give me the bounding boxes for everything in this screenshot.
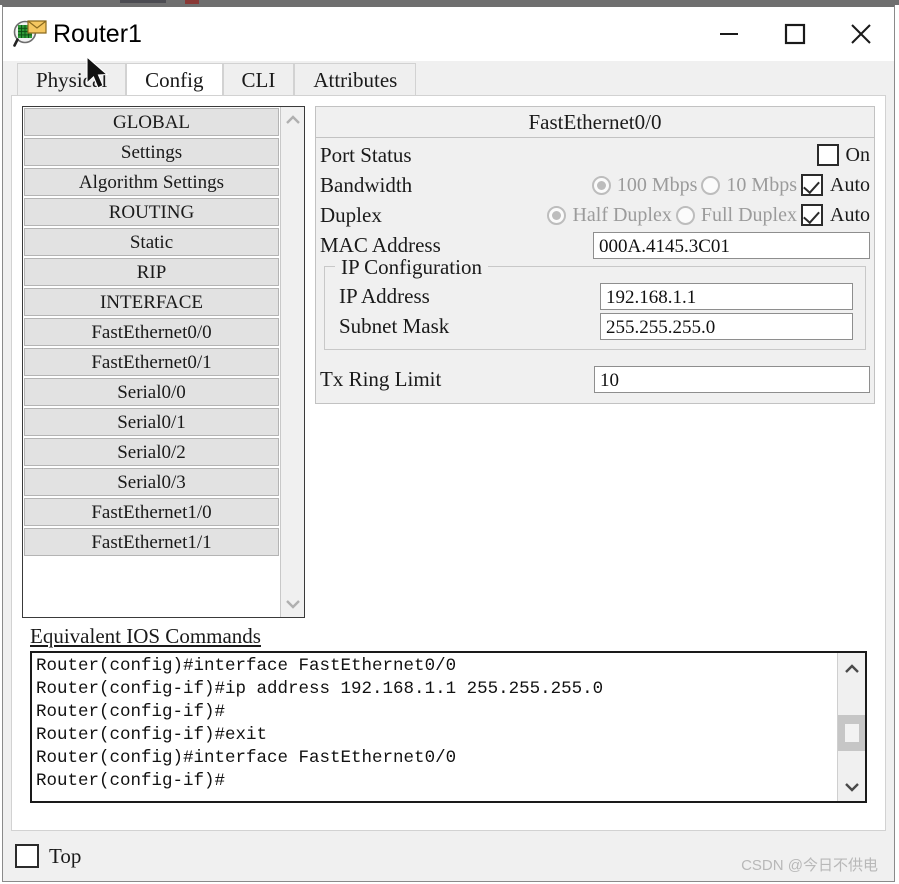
ip-address-label: IP Address <box>339 283 430 308</box>
bandwidth-10mbps-label: 10 Mbps <box>726 173 797 196</box>
sidebar-item-fastethernet0-0[interactable]: FastEthernet0/0 <box>24 318 279 346</box>
duplex-row: Duplex Half Duplex Full Duplex Auto <box>316 200 874 230</box>
ip-address-row: IP Address 192.168.1.1 <box>325 281 865 311</box>
config-content-panel: GLOBAL Settings Algorithm Settings ROUTI… <box>11 95 886 831</box>
ios-line: Router(config-if)# <box>36 771 226 791</box>
ios-commands-label: Equivalent IOS Commands <box>30 624 261 648</box>
mac-address-input[interactable]: 000A.4145.3C01 <box>593 231 870 259</box>
minimize-button[interactable] <box>696 7 762 61</box>
chevron-up-icon <box>844 663 859 673</box>
bandwidth-100mbps-radio[interactable] <box>591 175 611 195</box>
chevron-up-icon <box>285 115 300 124</box>
sidebar-item-fastethernet1-1[interactable]: FastEthernet1/1 <box>24 528 279 556</box>
ios-line: Router(config-if)#exit <box>36 725 268 745</box>
sidebar-scroll-up-button[interactable] <box>281 107 304 133</box>
ip-configuration-legend: IP Configuration <box>335 255 488 280</box>
ios-scroll-up-button[interactable] <box>838 653 865 683</box>
top-checkbox-label: Top <box>49 843 82 868</box>
sidebar-item-serial0-0[interactable]: Serial0/0 <box>24 378 279 406</box>
ios-scroll-down-button[interactable] <box>838 771 865 801</box>
upper-area: GLOBAL Settings Algorithm Settings ROUTI… <box>22 106 875 618</box>
ios-commands-scrollbar[interactable] <box>837 653 865 801</box>
ios-line: Router(config-if)#ip address 192.168.1.1… <box>36 679 604 699</box>
packet-tracer-device-icon <box>13 18 47 50</box>
subnet-mask-row: Subnet Mask 255.255.255.0 <box>325 311 865 341</box>
sidebar-scrollbar[interactable] <box>280 107 304 617</box>
tx-ring-limit-label: Tx Ring Limit <box>320 366 442 391</box>
bandwidth-auto-label: Auto <box>830 173 870 196</box>
sidebar-list: GLOBAL Settings Algorithm Settings ROUTI… <box>23 107 280 617</box>
ios-scrollbar-thumb[interactable] <box>838 715 865 751</box>
sidebar-item-static[interactable]: Static <box>24 228 279 256</box>
tab-attributes[interactable]: Attributes <box>294 63 417 95</box>
tab-strip: Physical Config CLI Attributes <box>3 61 894 95</box>
window-controls <box>696 7 894 61</box>
close-icon <box>851 24 871 44</box>
maximize-icon <box>784 23 806 45</box>
tab-cli[interactable]: CLI <box>222 63 295 95</box>
bandwidth-10mbps-radio[interactable] <box>701 175 721 195</box>
watermark: CSDN @今日不供电 <box>741 857 878 874</box>
maximize-button[interactable] <box>762 7 828 61</box>
chevron-down-icon <box>285 600 300 609</box>
interface-title: FastEthernet0/0 <box>316 107 874 138</box>
subnet-mask-label: Subnet Mask <box>339 313 450 338</box>
router-config-window: Router1 Physical Config CLI Attributes G… <box>2 5 895 882</box>
port-status-on-label: On <box>845 143 870 166</box>
interface-config-panel: FastEthernet0/0 Port Status On Bandwidth… <box>315 106 875 404</box>
title-bar: Router1 <box>3 7 894 61</box>
ip-address-input[interactable]: 192.168.1.1 <box>600 282 853 310</box>
ip-configuration-group: IP Configuration IP Address 192.168.1.1 … <box>324 255 866 350</box>
duplex-label: Duplex <box>320 202 382 227</box>
ios-commands-box: Router(config)#interface FastEthernet0/0… <box>30 651 867 803</box>
minimize-icon <box>720 33 738 35</box>
bandwidth-row: Bandwidth 100 Mbps 10 Mbps Auto <box>316 170 874 200</box>
sidebar-item-algorithm-settings[interactable]: Algorithm Settings <box>24 168 279 196</box>
ios-line: Router(config)#interface FastEthernet0/0 <box>36 656 457 676</box>
sidebar-item-serial0-2[interactable]: Serial0/2 <box>24 438 279 466</box>
tab-config[interactable]: Config <box>126 63 223 95</box>
ios-line: Router(config-if)# <box>36 702 226 722</box>
sidebar-item-routing[interactable]: ROUTING <box>24 198 279 226</box>
duplex-full-radio[interactable] <box>675 205 695 225</box>
sidebar-item-fastethernet0-1[interactable]: FastEthernet0/1 <box>24 348 279 376</box>
duplex-auto-checkbox[interactable] <box>801 204 823 226</box>
ios-commands-text[interactable]: Router(config)#interface FastEthernet0/0… <box>32 653 837 801</box>
mac-address-label: MAC Address <box>320 232 441 257</box>
sidebar-item-rip[interactable]: RIP <box>24 258 279 286</box>
sidebar-item-global[interactable]: GLOBAL <box>24 108 279 136</box>
sidebar-item-serial0-3[interactable]: Serial0/3 <box>24 468 279 496</box>
background-artifact-red <box>185 0 199 4</box>
top-checkbox[interactable] <box>15 844 39 868</box>
port-status-row: Port Status On <box>316 140 874 170</box>
duplex-half-radio[interactable] <box>547 205 567 225</box>
window-title: Router1 <box>53 19 142 48</box>
ios-line: Router(config)#interface FastEthernet0/0 <box>36 748 457 768</box>
close-button[interactable] <box>828 7 894 61</box>
sidebar-item-interface[interactable]: INTERFACE <box>24 288 279 316</box>
bandwidth-100mbps-label: 100 Mbps <box>616 173 698 196</box>
subnet-mask-input[interactable]: 255.255.255.0 <box>600 312 853 340</box>
bandwidth-auto-checkbox[interactable] <box>801 174 823 196</box>
sidebar-item-settings[interactable]: Settings <box>24 138 279 166</box>
port-status-checkbox[interactable] <box>816 144 839 166</box>
sidebar: GLOBAL Settings Algorithm Settings ROUTI… <box>22 106 305 618</box>
duplex-half-label: Half Duplex <box>572 203 672 226</box>
ios-commands-section: Equivalent IOS Commands Router(config)#i… <box>22 618 875 803</box>
tab-physical[interactable]: Physical <box>17 63 127 95</box>
bandwidth-label: Bandwidth <box>320 172 413 197</box>
duplex-full-label: Full Duplex <box>700 203 797 226</box>
port-status-label: Port Status <box>320 142 412 167</box>
tx-ring-limit-input[interactable]: 10 <box>594 365 870 393</box>
chevron-down-icon <box>844 782 859 792</box>
sidebar-item-serial0-1[interactable]: Serial0/1 <box>24 408 279 436</box>
sidebar-scroll-down-button[interactable] <box>281 591 304 617</box>
duplex-auto-label: Auto <box>830 203 870 226</box>
bottom-bar: Top CSDN @今日不供电 <box>3 831 894 881</box>
tx-ring-limit-row: Tx Ring Limit 10 <box>316 364 874 394</box>
sidebar-item-fastethernet1-0[interactable]: FastEthernet1/0 <box>24 498 279 526</box>
background-artifact <box>120 0 166 3</box>
